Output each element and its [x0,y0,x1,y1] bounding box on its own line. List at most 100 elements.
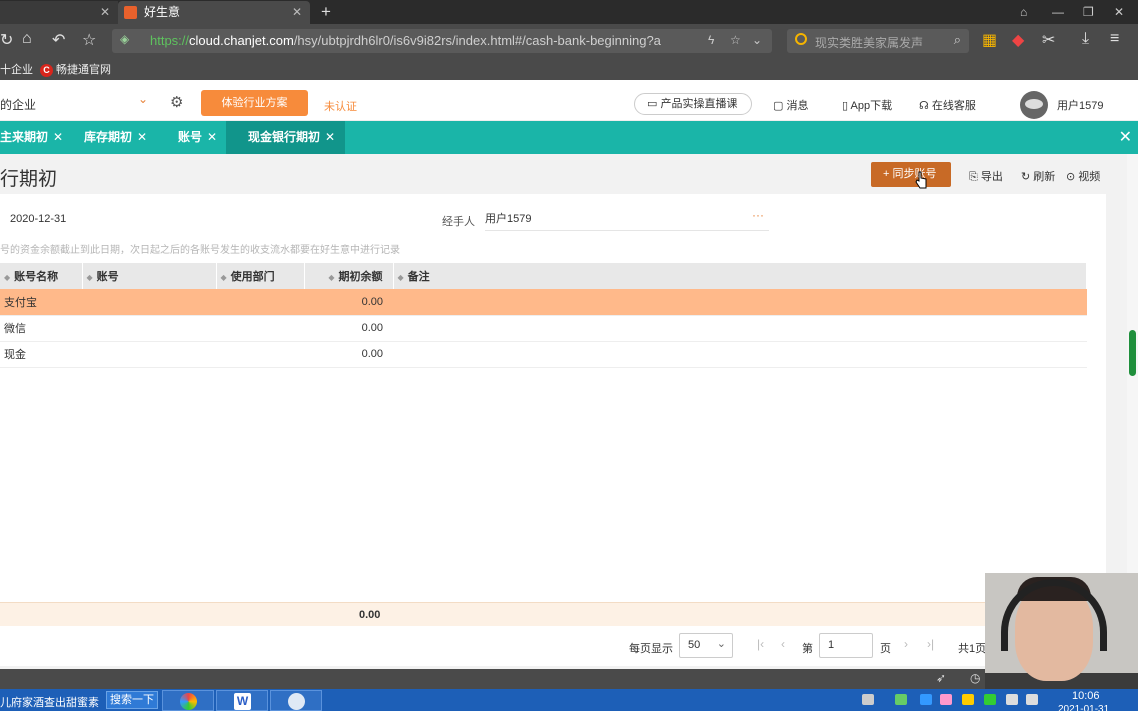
minimize-icon[interactable]: — [1052,0,1064,24]
url-field[interactable]: ◈ https://cloud.chanjet.com/hsy/ubtpjrdh… [112,29,772,53]
flower-icon[interactable] [940,694,952,705]
apps-grid-icon[interactable]: ▦ [982,30,997,50]
cell-balance[interactable]: 0.00 [304,315,393,342]
game-icon[interactable]: ◆ [1012,30,1024,50]
bookmark-star-icon[interactable]: ☆ [730,33,741,47]
table-row[interactable]: 现金 0.00 [0,341,1087,368]
clock-date[interactable]: 2021-01-31 [1058,704,1109,711]
cell-remark[interactable] [393,341,1087,368]
close-window-icon[interactable]: ✕ [1114,0,1124,24]
chevron-down-icon: ⌄ [716,638,726,650]
play-icon: ⊙ [1066,171,1079,183]
first-page-icon[interactable]: |‹ [757,637,764,651]
form-card: 2020-12-31 经手人 用户1579 ··· 号的资金余额截止到此日期，次… [0,194,1106,626]
support-link[interactable]: ☊ 在线客服 [919,97,976,113]
search-icon[interactable]: ⌕ [954,32,961,48]
headset-icon: ☊ [919,100,932,112]
uncertified-link[interactable]: 未认证 [324,98,357,114]
word-app-icon: W [234,693,251,710]
table-row[interactable]: 支付宝 0.00 [0,289,1087,316]
more-icon[interactable]: ··· [752,208,764,222]
security-icon[interactable] [984,694,996,705]
cell-balance[interactable]: 0.00 [304,341,393,368]
chevron-down-icon[interactable]: ⌄ [138,92,148,106]
bookmark-item[interactable]: 十企业 [0,61,33,77]
close-icon[interactable]: ✕ [292,1,302,24]
messages-link[interactable]: ▢ 消息 [773,97,808,113]
phone-icon: ▯ [842,100,851,112]
keyboard-icon[interactable] [862,694,874,705]
prev-page-icon[interactable]: ‹ [781,637,785,651]
restore-icon[interactable]: ❐ [1083,0,1094,24]
url-text[interactable]: https://cloud.chanjet.com/hsy/ubtpjrdh6l… [150,33,700,48]
history-icon[interactable]: ◷ [970,671,980,685]
column-header[interactable]: ◆ 账号名称 [0,263,83,289]
news-ticker[interactable]: 儿府家酒查出甜蜜素 [0,694,99,710]
cell-remark[interactable] [393,289,1087,316]
word-taskbar-app[interactable]: W [216,690,268,711]
cell-remark[interactable] [393,315,1087,342]
column-header[interactable]: ◆ 期初余额 [304,263,394,289]
live-course-button[interactable]: ▭ 产品实操直播课 [634,93,752,115]
next-page-icon[interactable]: › [904,637,908,651]
volume-icon[interactable] [1026,694,1038,705]
tab-ar-beginning[interactable]: 主来期初 ✕ [0,121,63,154]
network-icon[interactable] [1006,694,1018,705]
refresh-icon[interactable]: ↻ [0,30,13,50]
lightning-icon[interactable]: ϟ [708,33,714,47]
browser-tab[interactable]: ✕ [0,1,118,24]
per-page-select[interactable]: 50 ⌄ [679,633,733,658]
tray-app-icon[interactable] [920,694,932,705]
star-icon[interactable]: ☆ [82,30,96,50]
chat-icon: ▢ [773,100,787,112]
clock-time[interactable]: 10:06 [1072,690,1100,702]
browser-search-box[interactable]: 现实类胜美家属发声 ⌕ [787,29,969,53]
app-download-link[interactable]: ▯ App下载 [842,97,892,113]
trial-industry-button[interactable]: 体验行业方案 [201,90,308,116]
address-bar-row: ↻ ⌂ ↶ ☆ ◈ https://cloud.chanjet.com/hsy/… [0,24,1138,57]
favicon-icon [124,6,137,19]
tab-accounts[interactable]: 账号 ✕ [178,121,217,154]
gear-icon[interactable]: ⚙ [170,93,183,111]
new-tab-button[interactable]: + [321,0,331,24]
download-icon[interactable]: ⤓ [1082,30,1089,48]
home-icon[interactable]: ⌂ [22,30,32,48]
browser-taskbar-app[interactable] [162,690,214,711]
menu-icon[interactable]: ≡ [1110,30,1119,48]
column-header[interactable]: ◆ 备注 [393,263,1087,289]
browser-tab-active[interactable]: 好生意 ✕ [118,1,310,24]
cell-account [82,341,216,368]
column-header[interactable]: ◆ 使用部门 [216,263,305,289]
user-name[interactable]: 用户1579 [1057,97,1103,113]
battery-icon[interactable] [895,694,907,705]
tray-app-icon[interactable] [962,694,974,705]
company-name[interactable]: 的企业 [0,96,36,113]
hint-text: 号的资金余额截止到此日期，次日起之后的各账号发生的收支流水都要在好生意中进行记录 [0,245,400,256]
refresh-button[interactable]: ↻ 刷新 [1021,168,1055,184]
tab-inventory-beginning[interactable]: 库存期初 ✕ [84,121,147,154]
column-header[interactable]: ◆ 账号 [82,263,217,289]
bookmark-item[interactable]: C 畅捷通官网 [40,61,111,77]
cell-balance[interactable]: 0.00 [304,289,393,316]
video-button[interactable]: ⊙ 视频 [1066,168,1100,184]
taskbar-search-button[interactable]: 搜索一下 [106,691,158,709]
avatar[interactable] [1020,91,1048,119]
close-all-tabs-icon[interactable]: ✕ [1119,121,1132,154]
chevron-down-icon[interactable]: ⌄ [752,33,762,47]
shirt-icon[interactable]: ⌂ [1020,0,1027,24]
beginning-date-field[interactable]: 2020-12-31 [10,213,66,225]
sync-accounts-button[interactable]: + 同步账号 [871,162,951,187]
export-button[interactable]: ⎘ 导出 [969,168,1003,184]
tab-cash-bank-beginning[interactable]: 现金银行期初 ✕ [226,121,346,154]
cloud-taskbar-app[interactable] [270,690,322,711]
rocket-icon[interactable]: ➶ [936,671,946,685]
main-content: 行期初 + 同步账号 ⎘ 导出 ↻ 刷新 ⊙ 视频 2020-12-31 经手人… [0,154,1127,669]
last-page-icon[interactable]: ›| [927,637,934,651]
close-icon[interactable]: ✕ [100,1,110,24]
tools-icon[interactable]: ✂ [1042,30,1055,50]
handler-field[interactable]: 用户1579 [485,207,769,231]
table-row[interactable]: 微信 0.00 [0,315,1087,342]
page-number-input[interactable]: 1 [819,633,873,658]
undo-icon[interactable]: ↶ [52,30,65,50]
scrollbar-thumb[interactable] [1129,330,1136,376]
